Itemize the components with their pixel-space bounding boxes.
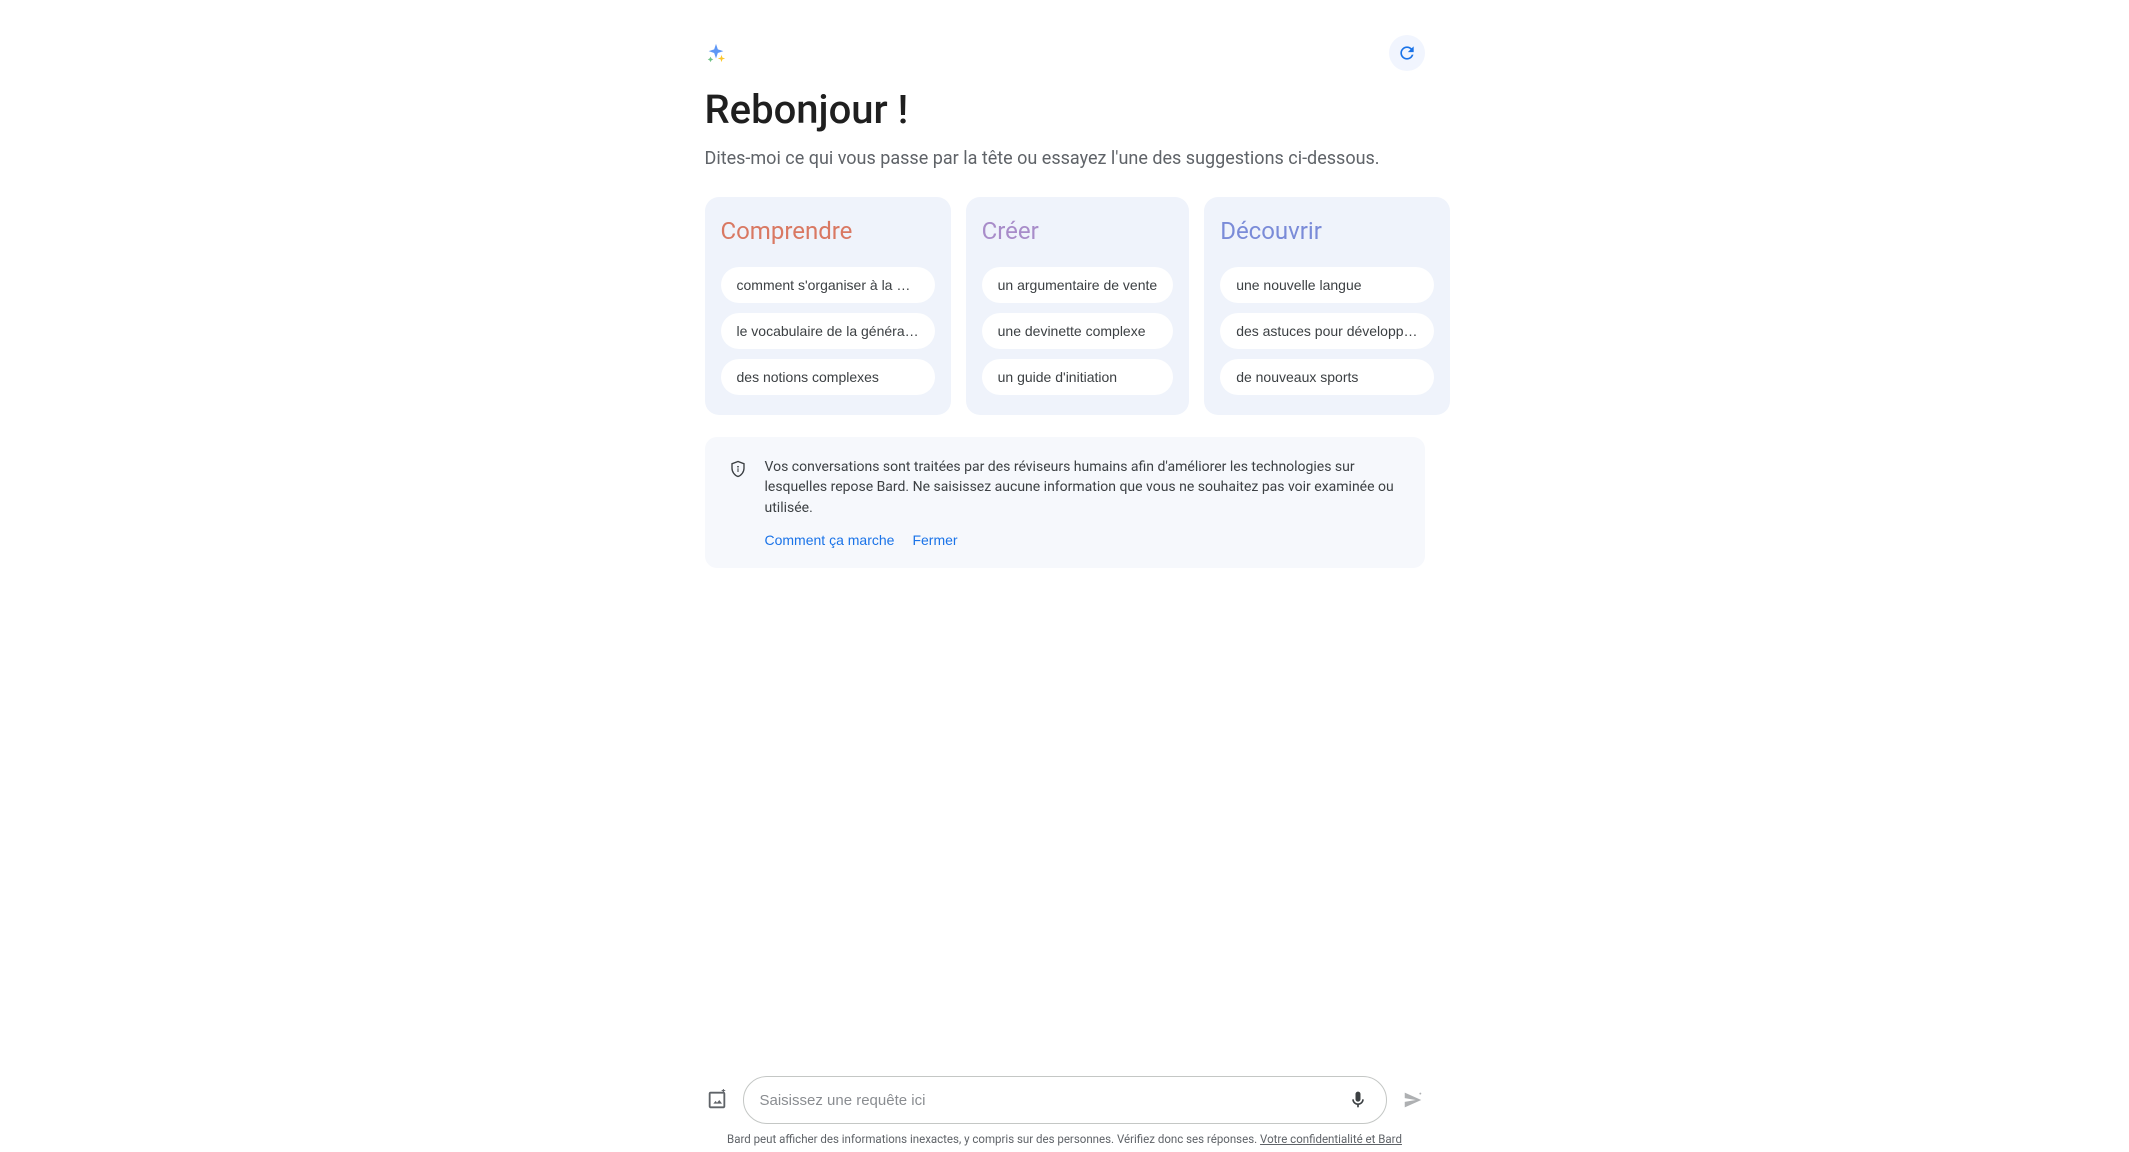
send-icon	[1402, 1089, 1424, 1111]
disclaimer: Bard peut afficher des informations inex…	[727, 1132, 1402, 1146]
card-comprendre: Comprendre comment s'organiser à la … le…	[705, 197, 951, 415]
suggestion-pill[interactable]: une devinette complexe	[982, 313, 1174, 349]
main-content: Rebonjour ! Dites-moi ce qui vous passe …	[705, 35, 1425, 1152]
send-button[interactable]	[1401, 1088, 1425, 1112]
greeting-title: Rebonjour !	[705, 86, 1425, 133]
suggestion-pill[interactable]: une nouvelle langue	[1220, 267, 1433, 303]
shield-icon	[729, 459, 747, 479]
card-creer: Créer un argumentaire de vente une devin…	[966, 197, 1190, 415]
privacy-link[interactable]: Votre confidentialité et Bard	[1260, 1132, 1402, 1146]
input-row	[705, 1076, 1425, 1124]
disclaimer-text: Bard peut afficher des informations inex…	[727, 1132, 1260, 1146]
mic-button[interactable]	[1346, 1088, 1370, 1112]
privacy-notice: Vos conversations sont traitées par des …	[705, 437, 1425, 568]
subtitle: Dites-moi ce qui vous passe par la tête …	[705, 148, 1425, 169]
card-title-decouvrir: Découvrir	[1220, 217, 1433, 245]
bottom-section: Bard peut afficher des informations inex…	[0, 1076, 2129, 1152]
refresh-icon	[1397, 43, 1417, 63]
input-container	[743, 1076, 1387, 1124]
notice-text: Vos conversations sont traitées par des …	[765, 457, 1401, 518]
notice-content: Vos conversations sont traitées par des …	[765, 457, 1401, 548]
suggestion-pill[interactable]: des astuces pour développ…	[1220, 313, 1433, 349]
suggestion-pill[interactable]: des notions complexes	[721, 359, 935, 395]
suggestion-pill[interactable]: un argumentaire de vente	[982, 267, 1174, 303]
how-it-works-link[interactable]: Comment ça marche	[765, 532, 895, 548]
card-decouvrir: Découvrir une nouvelle langue des astuce…	[1204, 197, 1449, 415]
prompt-input[interactable]	[760, 1092, 1346, 1109]
suggestion-cards: Comprendre comment s'organiser à la … le…	[705, 197, 1425, 415]
sparkle-icon	[705, 42, 727, 64]
suggestion-pill[interactable]: de nouveaux sports	[1220, 359, 1433, 395]
image-upload-icon	[706, 1089, 728, 1111]
suggestion-pill[interactable]: un guide d'initiation	[982, 359, 1174, 395]
refresh-button[interactable]	[1389, 35, 1425, 71]
card-title-comprendre: Comprendre	[721, 217, 935, 245]
header-row	[705, 35, 1425, 71]
suggestion-pill[interactable]: le vocabulaire de la généra…	[721, 313, 935, 349]
card-title-creer: Créer	[982, 217, 1174, 245]
close-link[interactable]: Fermer	[912, 532, 957, 548]
notice-links: Comment ça marche Fermer	[765, 532, 1401, 548]
suggestion-pill[interactable]: comment s'organiser à la …	[721, 267, 935, 303]
mic-icon	[1348, 1090, 1368, 1110]
upload-image-button[interactable]	[705, 1088, 729, 1112]
